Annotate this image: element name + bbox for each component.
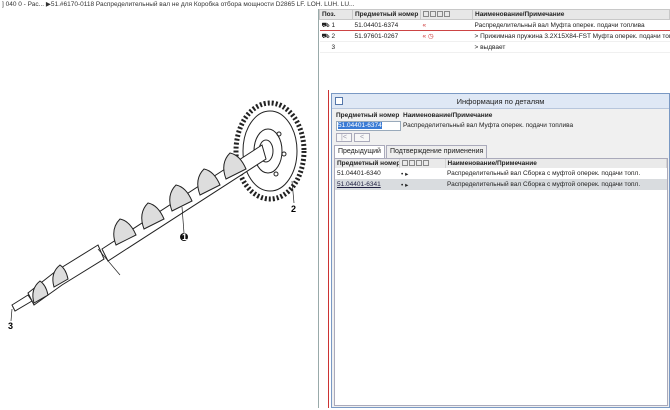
drawing-label-3[interactable]: 3 <box>8 321 13 331</box>
sub-row-number[interactable]: 51.04401-6341 <box>335 179 399 190</box>
tab-previous[interactable]: Предыдущий <box>334 145 385 158</box>
filter-icon <box>401 160 408 167</box>
drawing-label-2[interactable]: 2 <box>291 204 296 214</box>
part-name-value: Распределительный вал Муфта оперек. пода… <box>403 122 574 129</box>
sub-row-number[interactable]: 51.04401-6340 <box>335 168 399 179</box>
breadcrumb: ] 040 0 - Рас... ▶51.#6170-0118 Распреде… <box>0 0 670 9</box>
cart-icon[interactable]: ⛟ <box>322 22 330 29</box>
info-icon <box>408 160 415 167</box>
row-flag <box>420 41 473 53</box>
sub-row-icons: • ▸ <box>399 179 445 190</box>
part-number-field[interactable]: 51.04401-6374 <box>336 121 401 131</box>
dialog-title: Информация по деталям <box>456 97 545 106</box>
nav-buttons: |< < <box>336 133 372 143</box>
header-number[interactable]: Предметный номер <box>352 9 421 20</box>
filter-icon <box>423 11 429 18</box>
table-row[interactable]: 51.04401-6341 • ▸ Распределительный вал … <box>335 179 667 190</box>
row-flag: « <box>420 19 473 31</box>
sub-row-icons: • ▸ <box>401 170 409 178</box>
row-number <box>352 41 421 53</box>
camshaft-illustration: 1 2 3 <box>8 100 307 331</box>
first-button[interactable]: |< <box>336 133 352 142</box>
gear-shape <box>233 100 307 202</box>
doc-icon <box>437 11 443 18</box>
sub-header-icons <box>399 159 446 168</box>
header-name-label: Наименование/Примечание <box>403 112 493 119</box>
row-name: > выдвает <box>472 41 670 53</box>
row-pos: 1 <box>331 21 336 29</box>
row-number: 51.04401-6374 <box>352 19 421 31</box>
parts-header: Поз. Предметный номер Наименование/Приме… <box>319 9 670 20</box>
tab-confirmation[interactable]: Подтверждение применения <box>385 145 488 158</box>
table-row[interactable]: ⛟ 2 51.97601-0267 « ◷ > Прижимная пружин… <box>319 30 670 42</box>
sub-row-name: Распределительный вал Сборка с муфтой оп… <box>445 179 667 190</box>
window-icon <box>335 97 343 105</box>
row-number: 51.97601-0267 <box>352 30 421 42</box>
prev-button[interactable]: < <box>354 133 370 142</box>
dialog-value-row: 51.04401-6374 Распределительный вал Муфт… <box>336 121 667 131</box>
si-icon <box>422 160 429 167</box>
sub-row-name: Распределительный вал Сборка с муфтой оп… <box>447 170 641 177</box>
table-row[interactable]: 3 > выдвает <box>319 41 670 53</box>
shaft-shape <box>11 144 267 312</box>
pane-divider[interactable] <box>318 9 319 408</box>
sub-header-name[interactable]: Наименование/Примечание <box>445 159 667 168</box>
si-icon <box>444 11 450 18</box>
red-divider <box>328 90 329 408</box>
row-name: Распределительный вал Муфта оперек. пода… <box>472 19 670 31</box>
sub-header-number[interactable]: Предметный номер <box>335 159 400 168</box>
row-pos: 3 <box>319 41 353 53</box>
dialog-titlebar[interactable]: Информация по деталям <box>332 94 669 109</box>
leader-lines <box>10 180 295 322</box>
drawing-label-1[interactable]: 1 <box>182 232 187 242</box>
dialog-header-row: Предметный номер Наименование/Примечание <box>336 112 667 121</box>
table-row[interactable]: ⛟ 1 51.04401-6374 « Распределительный ва… <box>319 19 670 31</box>
exploded-view-drawing: 1 2 3 <box>0 9 318 408</box>
cart-icon[interactable]: ⛟ <box>322 33 330 40</box>
header-pos[interactable]: Поз. <box>319 9 353 20</box>
row-name: > Прижимная пружина 3.2X15X84-FST Муфта … <box>472 30 670 42</box>
table-row[interactable]: 51.04401-6340 • ▸ Распределительный вал … <box>335 168 667 179</box>
clock-icon: ◷ <box>427 33 434 40</box>
sub-row-link[interactable]: 51.04401-6341 <box>337 181 381 188</box>
info-icon <box>430 11 436 18</box>
previous-parts-list: Предметный номер Наименование/Примечание… <box>334 158 668 406</box>
parts-list: Поз. Предметный номер Наименование/Приме… <box>319 9 670 54</box>
sub-header: Предметный номер Наименование/Примечание <box>335 159 667 168</box>
header-number-label: Предметный номер <box>336 112 400 119</box>
row-flag: « ◷ <box>420 30 473 42</box>
part-number-value: 51.04401-6374 <box>338 122 382 129</box>
doc-icon <box>415 160 422 167</box>
row-pos: 2 <box>331 32 336 40</box>
dialog-tabs: Предыдущий Подтверждение применения <box>334 145 488 158</box>
header-name[interactable]: Наименование/Примечание <box>472 9 670 20</box>
part-info-dialog: Информация по деталям Предметный номер Н… <box>331 93 670 408</box>
header-icons <box>420 9 473 20</box>
